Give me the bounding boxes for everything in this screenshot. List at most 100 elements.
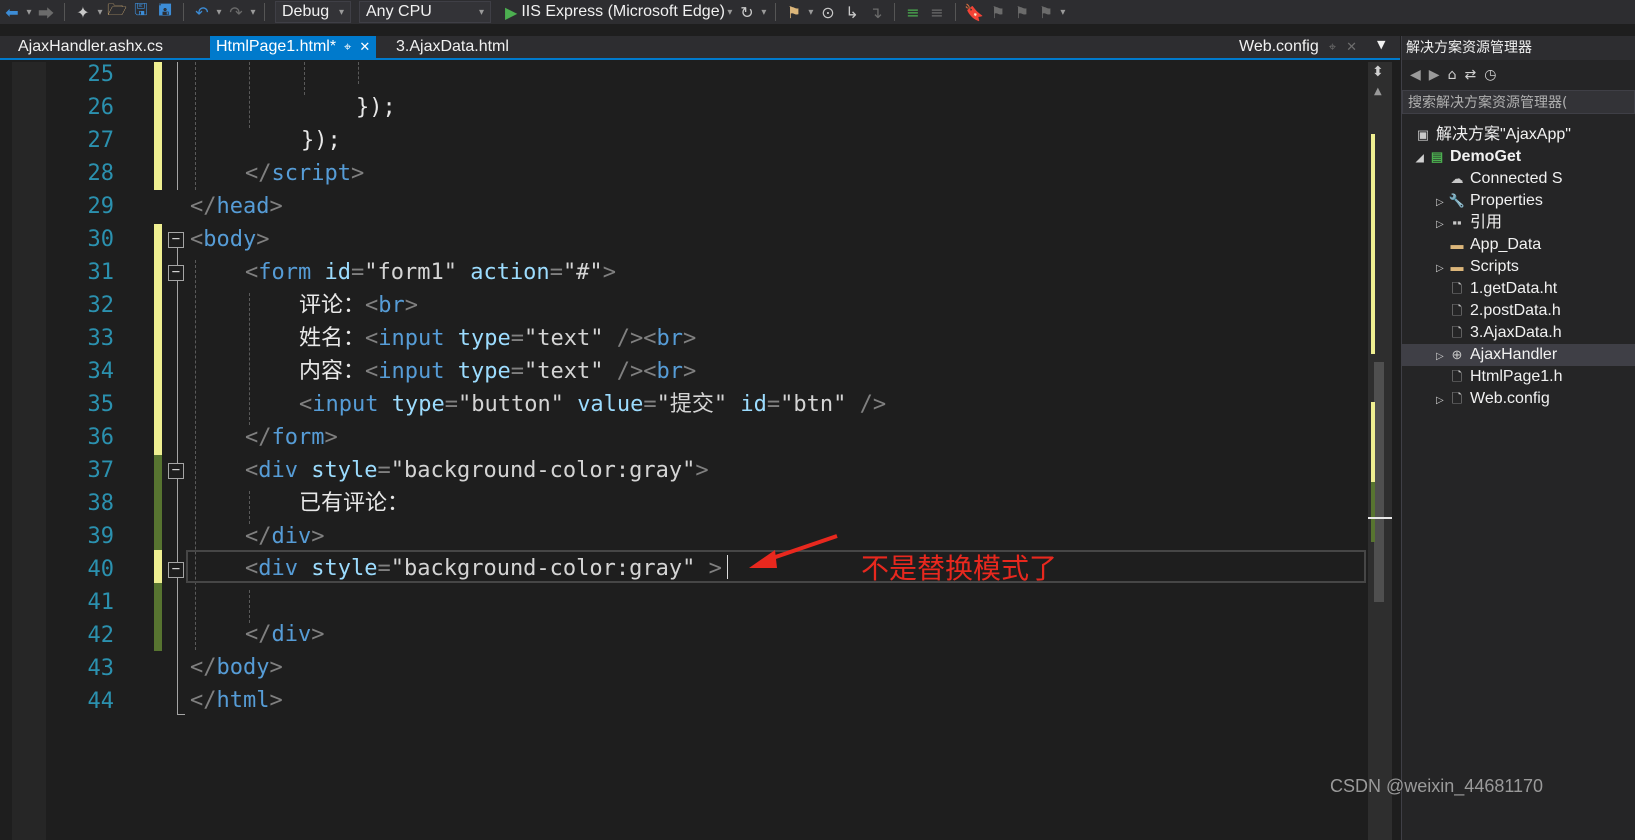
tree-item-references[interactable]: ▷ ▪▪ 引用 — [1436, 212, 1502, 234]
collapsed-icon[interactable]: ▷ — [1436, 346, 1448, 368]
tab-ajaxdata[interactable]: 3.AjaxData.html — [390, 36, 515, 58]
back-icon[interactable]: ⬅ — [2, 2, 22, 22]
configuration-select[interactable]: Debug ▾ — [275, 1, 351, 23]
close-icon[interactable]: ✕ — [1346, 39, 1357, 54]
refresh-dropdown-icon[interactable]: ▾ — [759, 7, 769, 18]
fold-toggle-div[interactable]: − — [168, 562, 184, 578]
indent-icon[interactable]: ≡ — [903, 2, 923, 22]
redo-icon[interactable]: ↷ — [226, 2, 246, 22]
toolbar-separator — [893, 3, 895, 21]
fold-toggle-body[interactable]: − — [168, 232, 184, 248]
tree-item-solution[interactable]: ▣ 解决方案"AjaxApp" — [1414, 124, 1571, 146]
tree-item-label: Connected S — [1470, 170, 1563, 187]
vertical-scrollbar[interactable]: ⬍ ▲ — [1368, 62, 1392, 840]
redo-dropdown-icon[interactable]: ▾ — [248, 7, 258, 18]
tree-item-scripts[interactable]: ▷ ▬ Scripts — [1436, 256, 1519, 278]
tree-item-file[interactable]: 🗋 2.postData.h — [1448, 300, 1561, 322]
platform-select[interactable]: Any CPU ▾ — [359, 1, 491, 23]
tree-item-connected-services[interactable]: ☁ Connected S — [1448, 168, 1563, 190]
run-dropdown-icon[interactable]: ▾ — [725, 7, 735, 18]
tree-item-ajaxhandler[interactable]: ▷ ⊕ AjaxHandler — [1402, 344, 1635, 366]
collapsed-icon[interactable]: ▷ — [1436, 214, 1448, 236]
open-folder-icon[interactable]: 🗁 — [107, 0, 127, 22]
tree-item-file[interactable]: 🗋 3.AjaxData.h — [1448, 322, 1562, 344]
refresh-icon[interactable]: ↻ — [737, 2, 757, 22]
run-icon[interactable]: ▶ — [505, 3, 517, 22]
back-icon[interactable]: ◀ — [1410, 67, 1421, 83]
scroll-up-icon[interactable]: ▲ — [1374, 86, 1382, 97]
code-token: 姓名： — [299, 326, 366, 351]
save-all-icon[interactable]: 🖪 — [155, 0, 175, 22]
toolbar-separator — [264, 3, 265, 21]
collapsed-icon[interactable]: ▷ — [1436, 390, 1448, 412]
code-editor[interactable]: 25 26 27 28 29 30 31 32 33 34 35 36 37 3… — [0, 62, 1368, 840]
code-token: < — [643, 359, 657, 384]
code-token: script — [271, 161, 351, 186]
close-icon[interactable]: ✕ — [359, 39, 370, 54]
code-token: "text" — [523, 326, 604, 351]
tree-item-app-data[interactable]: ▬ App_Data — [1448, 234, 1542, 256]
pending-changes-icon[interactable]: ◷ — [1484, 67, 1496, 83]
solution-search-input[interactable]: 搜索解决方案资源管理器( — [1402, 90, 1635, 114]
step-over-icon[interactable]: ↴ — [866, 2, 886, 22]
sync-views-icon[interactable]: ⇄ — [1464, 67, 1476, 83]
line-number: 30 — [87, 227, 115, 252]
tree-item-project[interactable]: ◢ ▤ DemoGet — [1416, 146, 1521, 168]
prev-bookmark-icon[interactable]: ⚑ — [988, 2, 1008, 22]
document-tab-bar: AjaxHandler.ashx.cs HtmlPage1.html* ⌖ ✕ 3.… — [0, 36, 1400, 60]
tree-item-label: 1.getData.ht — [1470, 280, 1558, 297]
pin-icon[interactable]: ⌖ — [1329, 39, 1336, 54]
undo-icon[interactable]: ↶ — [192, 2, 212, 22]
fold-toggle-div[interactable]: − — [168, 463, 184, 479]
tree-item-webconfig[interactable]: ▷ 🗋 Web.config — [1436, 388, 1550, 410]
code-line-28: </script> — [245, 157, 364, 190]
new-project-icon[interactable]: ✦ — [73, 2, 93, 22]
step-into-icon[interactable]: ↳ — [842, 2, 862, 22]
back-dropdown-icon[interactable]: ▾ — [24, 7, 34, 18]
tree-item-file[interactable]: 🗋 1.getData.ht — [1448, 278, 1557, 300]
forward-icon[interactable]: ⮕ — [36, 2, 56, 23]
outdent-icon[interactable]: ≡ — [927, 2, 947, 22]
save-icon[interactable]: 🖫 — [131, 0, 151, 22]
scrollbar-thumb[interactable] — [1374, 362, 1384, 602]
indent-guide — [195, 62, 196, 190]
breakpoint-icon[interactable]: ⊙ — [818, 2, 838, 22]
code-token: = — [350, 260, 365, 285]
html-file-icon: 🗋 — [1451, 281, 1463, 296]
new-dropdown-icon[interactable]: ▾ — [95, 7, 105, 18]
undo-dropdown-icon[interactable]: ▾ — [214, 7, 224, 18]
code-line-43: </body> — [190, 651, 283, 684]
browser-link-icon[interactable]: ⚑ — [784, 2, 804, 22]
tab-webconfig[interactable]: Web.config ⌖ ✕ — [1233, 36, 1363, 58]
outline-line — [177, 62, 178, 190]
browser-link-dropdown-icon[interactable]: ▾ — [806, 7, 816, 18]
line-number: 40 — [87, 557, 115, 582]
toolbar-overflow-icon[interactable]: ▾ — [1058, 7, 1068, 18]
split-editor-icon[interactable]: ⬍ — [1372, 64, 1384, 80]
tab-overflow-icon[interactable]: ▼ — [1377, 38, 1385, 51]
run-target-button[interactable]: IIS Express (Microsoft Edge) — [521, 3, 725, 21]
indent-guide — [249, 62, 250, 128]
collapsed-icon[interactable]: ▷ — [1436, 192, 1448, 214]
forward-icon[interactable]: ▶ — [1429, 67, 1440, 83]
pin-icon[interactable]: ⌖ — [344, 39, 351, 54]
collapsed-icon[interactable]: ▷ — [1436, 258, 1448, 280]
folder-icon: ▬ — [1450, 259, 1464, 274]
solution-explorer-toolbar: ◀ ▶ ⌂ ⇄ ◷ — [1402, 60, 1635, 90]
bookmark-icon[interactable]: 🔖 — [964, 2, 984, 22]
fold-toggle-form[interactable]: − — [168, 265, 184, 281]
tab-htmlpage1[interactable]: HtmlPage1.html* ⌖ ✕ — [210, 36, 377, 58]
line-number: 27 — [87, 128, 115, 153]
expanded-icon[interactable]: ◢ — [1416, 148, 1428, 170]
code-token: "button" — [457, 392, 564, 417]
next-bookmark-icon[interactable]: ⚑ — [1012, 2, 1032, 22]
code-token: = — [444, 392, 458, 417]
tab-ajaxhandler[interactable]: AjaxHandler.ashx.cs — [12, 36, 169, 58]
tree-item-file[interactable]: 🗋 HtmlPage1.h — [1448, 366, 1563, 388]
tree-item-properties[interactable]: ▷ 🔧 Properties — [1436, 190, 1543, 212]
code-line-42: </div> — [245, 618, 325, 651]
annotation-arrow-icon — [749, 534, 838, 568]
home-icon[interactable]: ⌂ — [1448, 67, 1457, 83]
clear-bookmarks-icon[interactable]: ⚑ — [1036, 2, 1056, 22]
tree-item-label: 解决方案"AjaxApp" — [1436, 126, 1571, 143]
